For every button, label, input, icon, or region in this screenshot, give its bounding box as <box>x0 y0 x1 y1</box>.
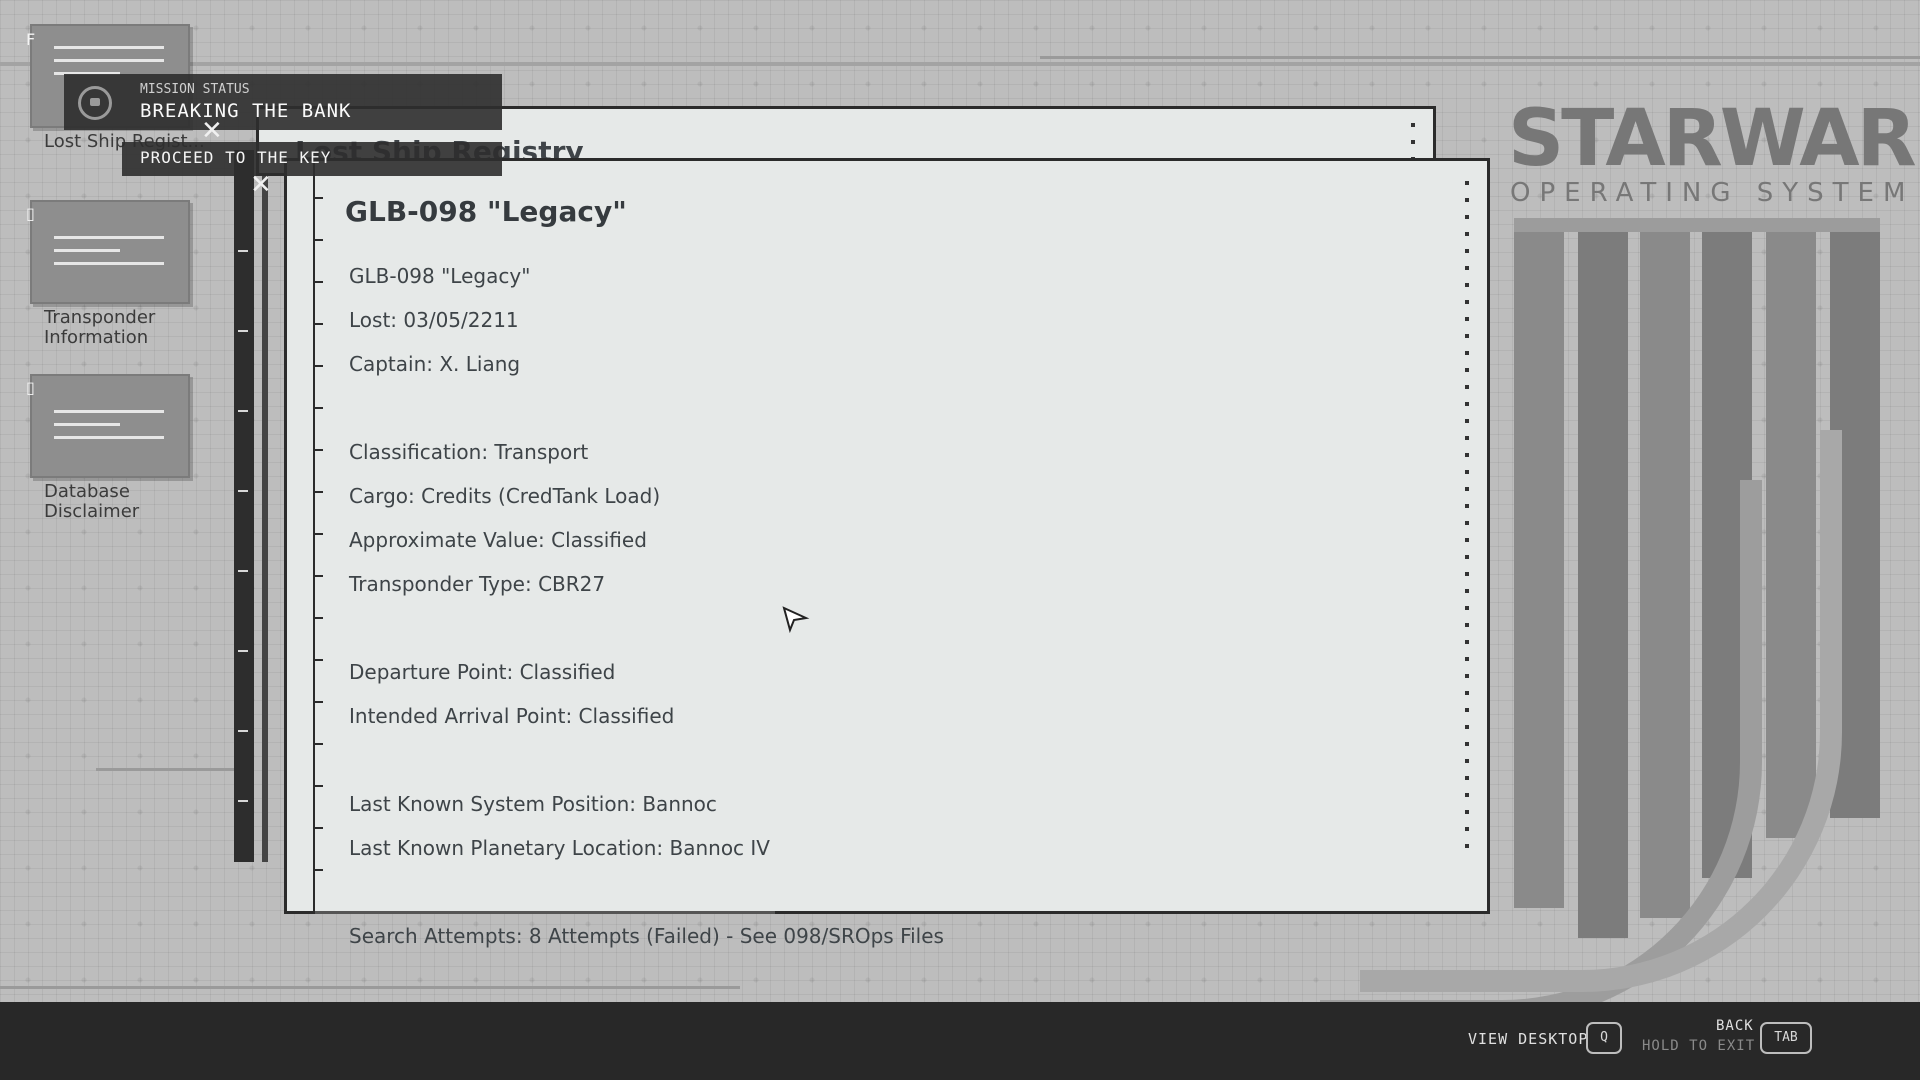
record-line: Cargo: Credits (CredTank Load) <box>349 484 661 508</box>
spine-tick <box>238 490 248 492</box>
desktop-icon-database-disclaimer[interactable] <box>30 374 190 478</box>
skull-icon <box>78 86 112 120</box>
background-rule <box>0 62 1920 66</box>
desktop-icon-label: Transponder Information <box>44 307 156 348</box>
mouse-cursor-icon <box>782 606 810 634</box>
back-key[interactable]: TAB <box>1760 1022 1812 1054</box>
record-line: Approximate Value: Classified <box>349 528 647 552</box>
bottom-hint-bar: VIEW DESKTOP Q BACK HOLD TO EXIT TAB <box>0 1002 1920 1080</box>
rule-tick <box>313 575 323 577</box>
record-title: GLB-098 "Legacy" <box>345 195 627 228</box>
window-bottom-accent <box>315 911 775 914</box>
file-tag: ▯ <box>26 378 35 397</box>
rule-tick <box>313 407 323 409</box>
rule-tick <box>313 239 323 241</box>
back-label: BACK <box>1716 1018 1754 1034</box>
record-line: Last Known Planetary Location: Bannoc IV <box>349 836 770 860</box>
document-icon <box>54 236 164 275</box>
view-desktop-label: VIEW DESKTOP <box>1468 1030 1589 1048</box>
record-line: Departure Point: Classified <box>349 660 616 684</box>
spine-tick <box>238 730 248 732</box>
background-stripe <box>1514 218 1880 232</box>
rule-tick <box>313 197 323 199</box>
spine-tick <box>238 250 248 252</box>
rule-tick <box>313 449 323 451</box>
record-line: Captain: X. Liang <box>349 352 521 376</box>
record-line: Lost: 03/05/2211 <box>349 308 519 332</box>
desktop-icon-label: Database Disclaimer <box>44 481 140 522</box>
rule-tick <box>313 869 323 871</box>
window-stack-spine <box>262 176 268 862</box>
record-line: Last Known System Position: Bannoc <box>349 792 717 816</box>
window-left-rule <box>313 161 315 911</box>
spine-tick <box>238 650 248 652</box>
rule-tick <box>313 323 323 325</box>
rule-tick <box>313 659 323 661</box>
record-body: GLB-098 "Legacy" Lost: 03/05/2211 Captai… <box>349 243 944 969</box>
document-icon <box>54 410 164 449</box>
rule-tick <box>313 785 323 787</box>
folder-tag: F <box>26 30 36 49</box>
close-icon[interactable]: ✕ <box>201 118 223 144</box>
record-line: Intended Arrival Point: Classified <box>349 704 675 728</box>
window-scrollbar[interactable] <box>1465 181 1469 861</box>
desktop-icon-transponder-information[interactable] <box>30 200 190 304</box>
mission-objective: PROCEED TO THE KEY <box>122 142 502 176</box>
spine-tick <box>238 570 248 572</box>
mission-status-panel: MISSION STATUS BREAKING THE BANK <box>64 74 502 130</box>
background-rule <box>96 768 236 771</box>
spine-tick <box>238 410 248 412</box>
background-rule <box>1040 56 1920 59</box>
record-line: Classification: Transport <box>349 440 589 464</box>
background-rule <box>0 986 740 989</box>
file-tag: ▯ <box>26 204 35 223</box>
rule-tick <box>313 827 323 829</box>
brand-subtitle: OPERATING SYSTEM <box>1510 178 1915 208</box>
rule-tick <box>313 701 323 703</box>
close-icon[interactable]: ✕ <box>250 172 272 198</box>
record-line: GLB-098 "Legacy" <box>349 264 531 288</box>
spine-tick <box>238 800 248 802</box>
record-line: Transponder Type: CBR27 <box>349 572 606 596</box>
spine-tick <box>238 330 248 332</box>
brand-name: STARWARE <box>1508 94 1920 184</box>
rule-tick <box>313 491 323 493</box>
record-line: Search Attempts: 8 Attempts (Failed) - S… <box>349 924 944 948</box>
view-desktop-key[interactable]: Q <box>1586 1022 1622 1054</box>
rule-tick <box>313 743 323 745</box>
rule-tick <box>313 533 323 535</box>
rule-tick <box>313 617 323 619</box>
hold-to-exit-label: HOLD TO EXIT <box>1642 1038 1756 1054</box>
mission-status-header: MISSION STATUS <box>140 82 250 97</box>
window-stack-spine <box>234 150 254 862</box>
window-ship-record[interactable]: GLB-098 "Legacy" GLB-098 "Legacy" Lost: … <box>284 158 1490 947</box>
rule-tick <box>313 281 323 283</box>
rule-tick <box>313 365 323 367</box>
objective-text: PROCEED TO THE KEY <box>140 148 332 167</box>
mission-title: BREAKING THE BANK <box>140 100 352 122</box>
